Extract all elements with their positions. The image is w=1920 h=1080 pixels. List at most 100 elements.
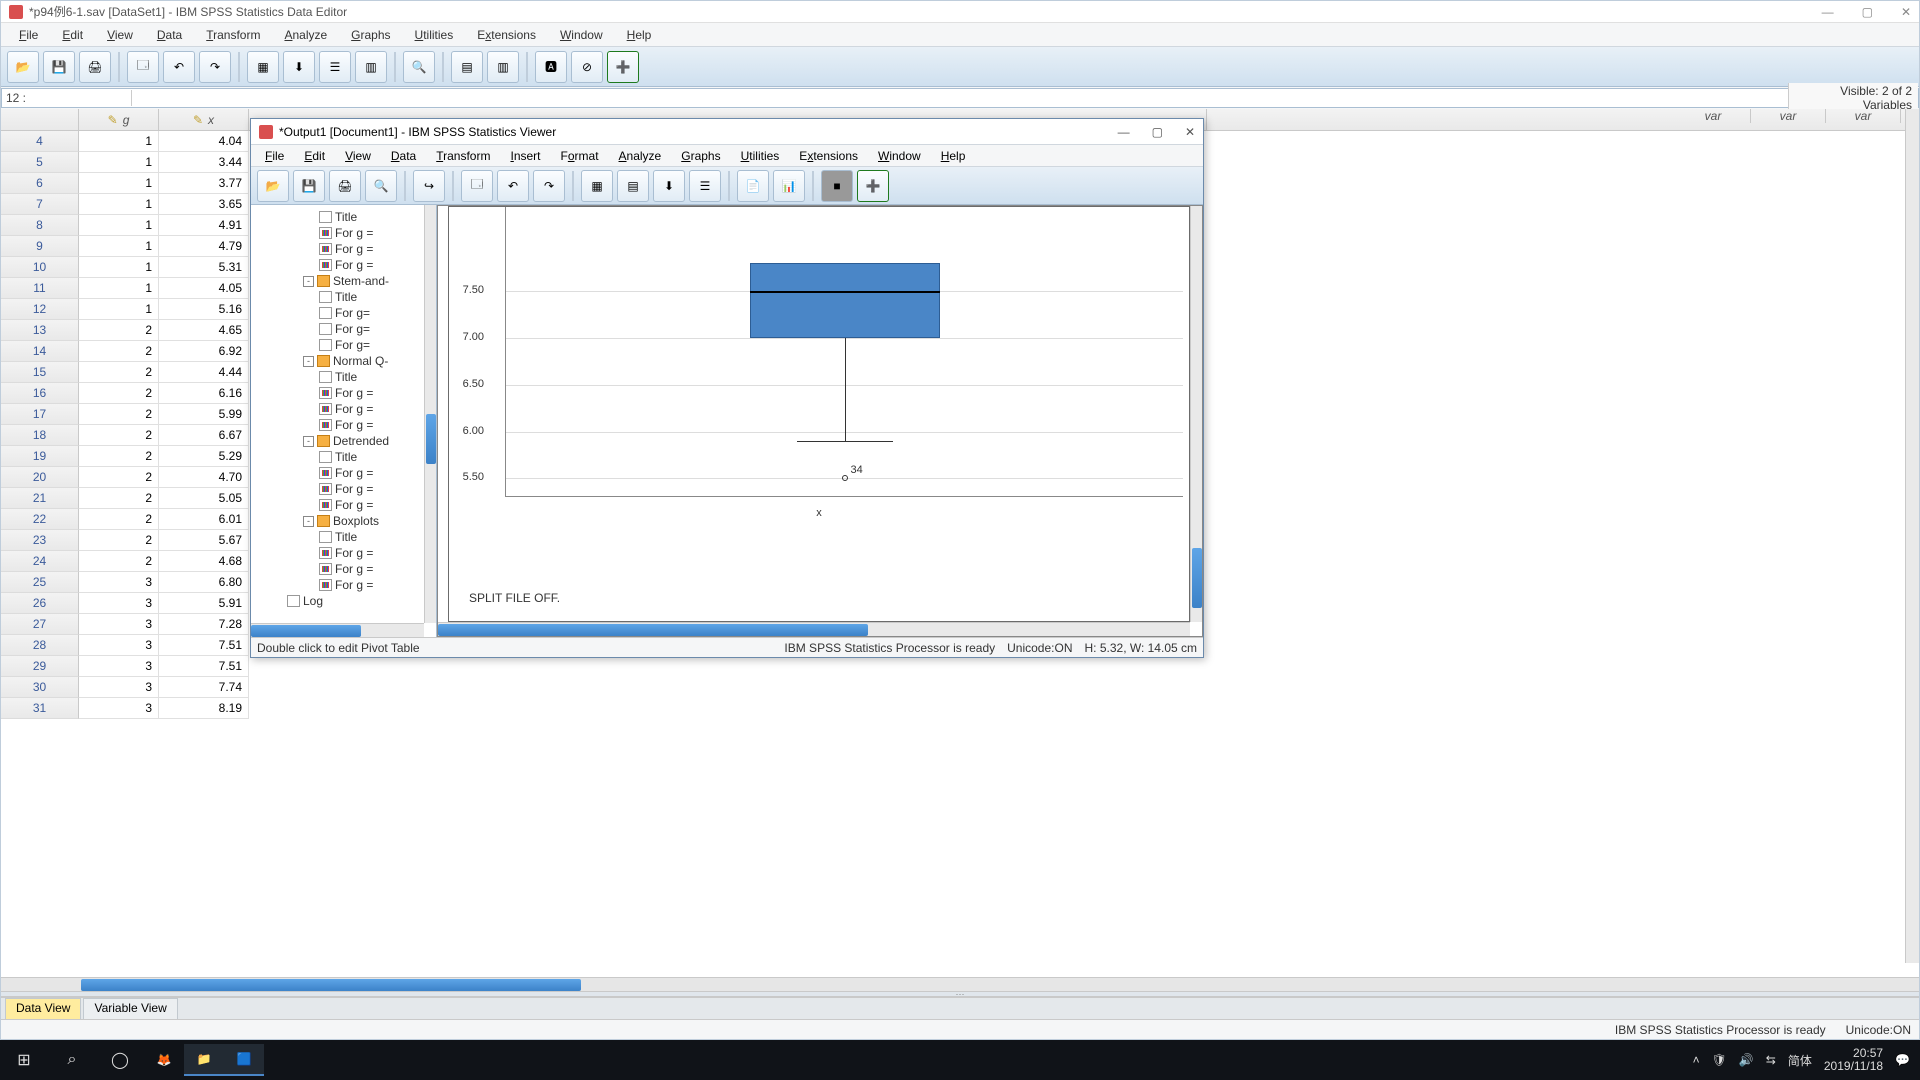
cell-x[interactable]: 6.67 <box>159 425 249 446</box>
maximize-icon[interactable]: ▢ <box>1862 5 1873 19</box>
vmenu-analyze[interactable]: Analyze <box>609 147 672 165</box>
titlebar[interactable]: *p94例6-1.sav [DataSet1] - IBM SPSS Stati… <box>1 1 1919 23</box>
cell-g[interactable]: 2 <box>79 530 159 551</box>
cell-g[interactable]: 1 <box>79 215 159 236</box>
outline-node[interactable]: For g = <box>255 497 436 513</box>
select-cases-icon[interactable]: ➕ <box>607 51 639 83</box>
vgoto-var-icon[interactable]: ⬇ <box>653 170 685 202</box>
outline-hscrollbar[interactable] <box>251 623 424 637</box>
cell-g[interactable]: 2 <box>79 425 159 446</box>
cell-x[interactable]: 4.04 <box>159 131 249 152</box>
cell-value-input[interactable] <box>132 97 1788 99</box>
vrecall-icon[interactable]: 🗔 <box>461 170 493 202</box>
cell-x[interactable]: 5.29 <box>159 446 249 467</box>
cell-g[interactable]: 3 <box>79 593 159 614</box>
vmenu-utilities[interactable]: Utilities <box>731 147 790 165</box>
search-icon[interactable]: ⌕ <box>48 1040 96 1080</box>
taskview-icon[interactable]: ◯ <box>96 1040 144 1080</box>
menu-window[interactable]: Window <box>548 25 615 45</box>
vexport-icon[interactable]: ↪ <box>413 170 445 202</box>
row-header[interactable]: 6 <box>1 173 79 194</box>
output-viewer-window[interactable]: *Output1 [Document1] - IBM SPSS Statisti… <box>250 118 1204 658</box>
vundo-icon[interactable]: ↶ <box>497 170 529 202</box>
vmenu-window[interactable]: Window <box>868 147 931 165</box>
tray-notifications-icon[interactable]: 💬 <box>1895 1053 1910 1067</box>
tray-volume-icon[interactable]: 🔊 <box>1739 1053 1754 1067</box>
outline-node[interactable]: Title <box>255 289 436 305</box>
cell-g[interactable]: 2 <box>79 341 159 362</box>
row-header[interactable]: 9 <box>1 236 79 257</box>
row-header[interactable]: 4 <box>1 131 79 152</box>
vgoto-data-icon[interactable]: ▦ <box>581 170 613 202</box>
open-icon[interactable]: 📂 <box>7 51 39 83</box>
cell-x[interactable]: 3.77 <box>159 173 249 194</box>
tab-data-view[interactable]: Data View <box>5 998 81 1019</box>
cell-g[interactable]: 1 <box>79 194 159 215</box>
cell-x[interactable]: 8.19 <box>159 698 249 719</box>
vmenu-insert[interactable]: Insert <box>500 147 550 165</box>
undo-icon[interactable]: ↶ <box>163 51 195 83</box>
cell-x[interactable]: 5.31 <box>159 257 249 278</box>
viewer-close-icon[interactable]: ✕ <box>1185 125 1195 139</box>
outline-node[interactable]: -Normal Q- <box>255 353 436 369</box>
print-icon[interactable]: 🖨 <box>79 51 111 83</box>
cell-x[interactable]: 7.28 <box>159 614 249 635</box>
vmenu-view[interactable]: View <box>335 147 381 165</box>
cell-g[interactable]: 3 <box>79 698 159 719</box>
outline-node[interactable]: -Boxplots <box>255 513 436 529</box>
cell-x[interactable]: 6.01 <box>159 509 249 530</box>
redo-icon[interactable]: ↷ <box>199 51 231 83</box>
output-outline[interactable]: TitleFor g =For g =For g =-Stem-and-Titl… <box>251 205 437 637</box>
outline-node[interactable]: For g = <box>255 577 436 593</box>
cell-x[interactable]: 4.65 <box>159 320 249 341</box>
vmenu-transform[interactable]: Transform <box>426 147 500 165</box>
col-var-r3[interactable]: var <box>1826 109 1901 123</box>
cell-g[interactable]: 2 <box>79 320 159 341</box>
cell-g[interactable]: 1 <box>79 131 159 152</box>
row-header[interactable]: 15 <box>1 362 79 383</box>
variables-icon[interactable]: ☰ <box>319 51 351 83</box>
row-header[interactable]: 16 <box>1 383 79 404</box>
minimize-icon[interactable]: — <box>1822 5 1834 19</box>
insert-cases-icon[interactable]: ▤ <box>451 51 483 83</box>
weight-cases-icon[interactable]: ⊘ <box>571 51 603 83</box>
firefox-icon[interactable]: 🦊 <box>144 1044 184 1076</box>
vmenu-data[interactable]: Data <box>381 147 426 165</box>
row-header[interactable]: 23 <box>1 530 79 551</box>
outline-node[interactable]: For g = <box>255 257 436 273</box>
outline-node[interactable]: For g = <box>255 401 436 417</box>
cell-g[interactable]: 2 <box>79 404 159 425</box>
col-g[interactable]: ✎g <box>79 109 159 130</box>
outline-node[interactable]: For g = <box>255 561 436 577</box>
col-var-r2[interactable]: var <box>1751 109 1826 123</box>
row-header[interactable]: 31 <box>1 698 79 719</box>
outline-node[interactable]: Log <box>255 593 436 609</box>
cell-g[interactable]: 2 <box>79 362 159 383</box>
outline-node[interactable]: Title <box>255 529 436 545</box>
menu-edit[interactable]: Edit <box>50 25 95 45</box>
outline-node[interactable]: Title <box>255 369 436 385</box>
cell-x[interactable]: 3.44 <box>159 152 249 173</box>
boxplot-chart[interactable]: 5.506.006.507.007.5034 x SPLIT FILE OFF. <box>448 206 1190 622</box>
cell-g[interactable]: 2 <box>79 383 159 404</box>
cell-x[interactable]: 4.70 <box>159 467 249 488</box>
outline-node[interactable]: For g = <box>255 241 436 257</box>
cell-g[interactable]: 1 <box>79 299 159 320</box>
col-var-r1[interactable]: var <box>1676 109 1751 123</box>
collapse-icon[interactable]: - <box>303 276 314 287</box>
outline-node[interactable]: -Detrended <box>255 433 436 449</box>
row-header[interactable]: 13 <box>1 320 79 341</box>
outline-node[interactable]: Title <box>255 209 436 225</box>
vmenu-help[interactable]: Help <box>931 147 976 165</box>
cell-g[interactable]: 3 <box>79 677 159 698</box>
outline-node[interactable]: For g = <box>255 417 436 433</box>
row-header[interactable]: 30 <box>1 677 79 698</box>
close-icon[interactable]: ✕ <box>1901 5 1911 19</box>
outline-node[interactable]: For g = <box>255 481 436 497</box>
menu-transform[interactable]: Transform <box>194 25 272 45</box>
outline-node[interactable]: For g= <box>255 337 436 353</box>
cell-x[interactable]: 7.51 <box>159 635 249 656</box>
tray-clock[interactable]: 20:57 2019/11/18 <box>1824 1047 1883 1073</box>
chart-vscrollbar[interactable] <box>1190 206 1202 622</box>
data-row[interactable]: 30 3 7.74 <box>1 677 1919 698</box>
